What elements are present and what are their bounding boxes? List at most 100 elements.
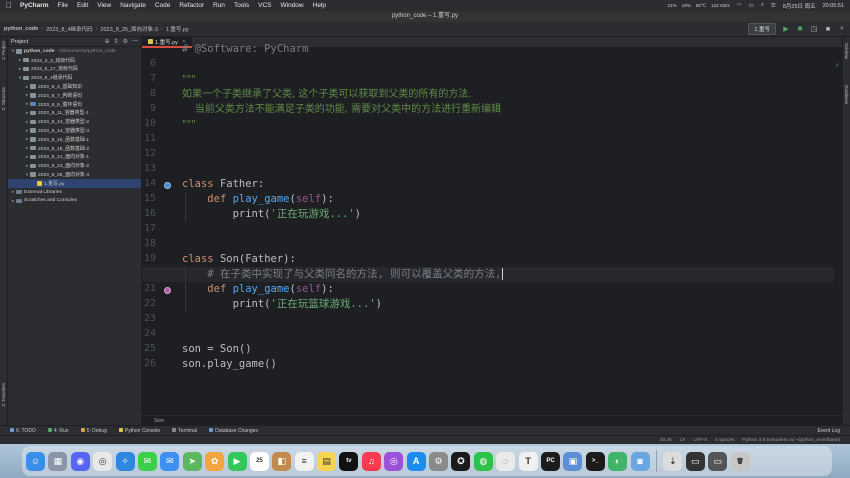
project-view-select[interactable]: Project [11, 39, 28, 45]
search-icon[interactable]: ⌕ [761, 2, 764, 9]
code-line[interactable]: print('正在玩篮球游戏...') [182, 297, 382, 312]
debug-icon[interactable]: ✱ [796, 25, 804, 33]
menu-3[interactable]: Navigate [120, 2, 146, 9]
qq-icon[interactable]: ✪ [451, 451, 471, 471]
code-line[interactable]: son.play_game() [182, 357, 277, 372]
breadcrumb-item[interactable]: 2023_8_4继承代码 [46, 25, 92, 33]
menu-4[interactable]: Code [155, 2, 171, 9]
music-icon[interactable]: ♫ [361, 451, 381, 471]
search-everywhere-icon[interactable]: ⌕ [838, 25, 846, 33]
screenshot-stack-icon[interactable]: ▭ [685, 451, 705, 471]
breadcrumb-item[interactable]: 2023_8_25_面向对象-3 [100, 25, 157, 33]
tree-item[interactable]: ▸ Scratches and Consoles [8, 197, 141, 206]
pycharm-icon[interactable]: PC [540, 451, 560, 471]
status-item[interactable]: 4 spaces [715, 438, 734, 443]
bottom-tool-button[interactable]: 5: Debug [80, 428, 107, 434]
menu-6[interactable]: Run [213, 2, 225, 9]
safari-icon[interactable]: ✧ [115, 451, 135, 471]
preview-icon[interactable]: ▣ [563, 451, 583, 471]
sciview-tool-tab[interactable]: SciView [844, 43, 849, 59]
menu-10[interactable]: Help [313, 2, 326, 9]
code-line[interactable]: def play_game(self): [182, 282, 333, 297]
bottom-tool-button[interactable]: 4: Run [47, 428, 69, 434]
code-area[interactable]: # @Software: PyCharm """ 如果一个子类继承了父类, 这个子类… [142, 43, 842, 425]
camera-icon[interactable]: ◙ [630, 451, 650, 471]
battery-icon[interactable]: ▭ [749, 3, 754, 9]
menu-2[interactable]: View [97, 2, 111, 9]
code-line[interactable]: """ [182, 117, 196, 132]
menu-8[interactable]: VCS [258, 2, 271, 9]
bottom-tool-button[interactable]: Terminal [172, 428, 197, 434]
podcasts-icon[interactable]: ◎ [384, 451, 404, 471]
system-settings-icon[interactable]: ⚙ [429, 451, 449, 471]
project-tool-tab[interactable]: 1: Project [1, 41, 6, 60]
system-stat[interactable]: 19% [682, 3, 691, 8]
downloads-icon[interactable]: ⇣ [663, 451, 683, 471]
tree-item[interactable]: ▸ External Libraries [8, 188, 141, 197]
tree-item[interactable]: ▸ 2023_8_7_判断语句 [8, 91, 141, 100]
code-line[interactable]: 如果一个子类继承了父类, 这个子类可以获取到父类的所有的方法. [182, 87, 472, 102]
notes-icon[interactable]: ▤ [317, 451, 337, 471]
tree-item[interactable]: ▸ 2023_8_21_面向对象-1 [8, 153, 141, 162]
screen-recorder-icon[interactable]: ▭ [708, 451, 728, 471]
appletv-icon[interactable]: tv [339, 451, 359, 471]
code-line[interactable]: son = Son() [182, 342, 252, 357]
chrome-icon[interactable]: ◎ [93, 451, 113, 471]
system-stat[interactable]: 122 KB/s [711, 3, 730, 8]
breadcrumb-item[interactable]: python_code [4, 26, 38, 32]
terminal-icon[interactable]: >_ [585, 451, 605, 471]
run-icon[interactable]: ▶ [782, 25, 790, 33]
status-item[interactable]: UTF-8 [693, 438, 707, 443]
menubar-date[interactable]: 8月25日 周五 [783, 2, 816, 10]
code-line[interactable]: class Father: [182, 177, 264, 192]
menu-9[interactable]: Window [281, 2, 304, 9]
code-line[interactable]: 当前父类方法不能满足子类的功能, 需要对父类中的方法进行重新编辑 [182, 102, 501, 117]
status-item[interactable]: 20:35 [660, 438, 672, 443]
messages-icon[interactable]: ✉ [137, 451, 157, 471]
qq-chat-icon[interactable]: ◌ [496, 451, 516, 471]
wechat-icon[interactable]: ◍ [473, 451, 493, 471]
apple-menu-icon[interactable]:  [6, 1, 12, 10]
menu-1[interactable]: Edit [77, 2, 88, 9]
settings-gear-icon[interactable]: ⚙ [123, 38, 128, 45]
collapse-all-icon[interactable]: ⇕ [114, 38, 119, 45]
tree-item[interactable]: ▾ 2023_8_25_面向对象-3 [8, 170, 141, 179]
tree-item[interactable]: ▸ 2023_8_23_面向对象-2 [8, 161, 141, 170]
locate-icon[interactable]: ⊕ [105, 38, 110, 45]
typora-icon[interactable]: T [518, 451, 538, 471]
stop-icon[interactable]: ■ [824, 25, 832, 33]
menu-5[interactable]: Refactor [179, 2, 204, 9]
photos-icon[interactable]: ✿ [205, 451, 225, 471]
line-number-gutter[interactable]: 67891011121314151617181920212223242526 [142, 48, 178, 425]
calendar-icon[interactable]: 25 [249, 451, 269, 471]
tree-item[interactable]: ▸ 2023_8_9_循环语句 [8, 100, 141, 109]
mail-icon[interactable]: ✉ [160, 451, 180, 471]
code-line[interactable]: # @Software: PyCharm [182, 42, 308, 57]
tree-item[interactable]: ▸ 2023_8_14_容器类型-2 [8, 117, 141, 126]
structure-tool-tab[interactable]: 2: Structure [1, 87, 6, 110]
tree-item[interactable]: ▸ 2023_8_4_基础知识 [8, 82, 141, 91]
coverage-icon[interactable]: ◳ [810, 25, 818, 33]
vpn-icon[interactable]: ◐ [608, 451, 628, 471]
inspection-ok-icon[interactable]: ✓ [835, 62, 840, 69]
tree-item[interactable]: ▸ 2023_8_16_函数基础-1 [8, 135, 141, 144]
is-overridden-icon[interactable] [164, 182, 171, 189]
wifi-icon[interactable]: ◠ [737, 3, 742, 9]
status-item[interactable]: Python 3.9 (virtualenv at ~/python_envs/… [742, 438, 840, 443]
facetime-icon[interactable]: ▶ [227, 451, 247, 471]
trash-icon[interactable]: 🗑 [730, 451, 750, 471]
discord-icon[interactable]: ◉ [70, 451, 90, 471]
editor[interactable]: 1.重写.py ✕ 678910111213141516171819202122… [142, 37, 842, 425]
hide-panel-icon[interactable]: — [132, 38, 138, 45]
breadcrumb-item[interactable]: 1.重写.py [166, 25, 189, 33]
database-tool-tab[interactable]: Database [844, 85, 849, 104]
code-breadcrumb[interactable]: Son [142, 415, 842, 425]
status-item[interactable]: LF [680, 438, 686, 443]
launchpad-icon[interactable]: ▦ [48, 451, 68, 471]
maps-icon[interactable]: ➤ [182, 451, 202, 471]
favorites-tool-tab[interactable]: 2: Favorites [1, 383, 6, 407]
control-center-icon[interactable]: ☰ [771, 3, 776, 9]
appstore-icon[interactable]: A [406, 451, 426, 471]
tree-item[interactable]: ▾ 2023_8_4继承代码 [8, 73, 141, 82]
tree-item[interactable]: ▸ 2023_8_14_容器类型-3 [8, 126, 141, 135]
